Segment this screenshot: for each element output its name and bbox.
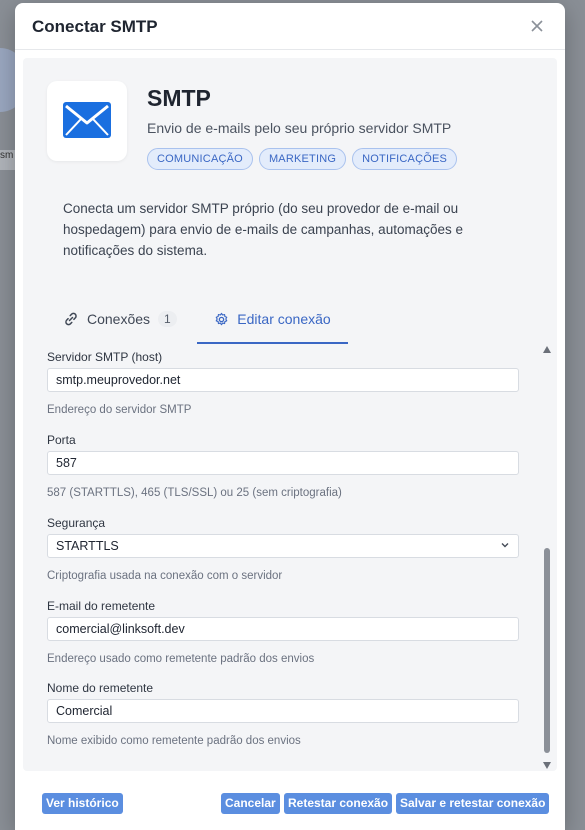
modal-body: SMTP Envio de e-mails pelo seu próprio s… xyxy=(23,58,557,771)
scroll-up-arrow-icon[interactable] xyxy=(543,346,551,353)
security-select[interactable]: STARTTLS xyxy=(47,534,519,558)
security-help: Criptografia usada na conexão com o serv… xyxy=(47,570,283,582)
tab-connections[interactable]: Conexões 1 xyxy=(63,296,177,342)
connect-smtp-modal: Conectar SMTP SMTP Envio de e-mails pelo… xyxy=(15,3,565,830)
tag-marketing: MARKETING xyxy=(258,148,347,170)
sender-name-input[interactable]: Comercial xyxy=(47,699,519,723)
host-label: Servidor SMTP (host) xyxy=(47,350,163,364)
retest-connection-button[interactable]: Retestar conexão xyxy=(284,793,393,814)
field-port: Porta 587 587 (STARTTLS), 465 (TLS/SSL) … xyxy=(47,433,519,499)
app-tags: COMUNICAÇÃO MARKETING NOTIFICAÇÕES xyxy=(147,148,458,170)
sender-email-help: Endereço usado como remetente padrão dos… xyxy=(47,653,315,665)
modal-footer: Ver histórico Cancelar Retestar conexão … xyxy=(15,791,565,817)
field-sender-name: Nome do remetente Comercial Nome exibido… xyxy=(47,681,519,747)
close-icon xyxy=(531,20,543,32)
app-description: Envio de e-mails pelo seu próprio servid… xyxy=(147,120,452,136)
scrollbar-thumb[interactable] xyxy=(544,548,550,753)
view-history-button[interactable]: Ver histórico xyxy=(42,793,123,814)
save-and-retest-button[interactable]: Salvar e retestar conexão xyxy=(396,793,550,814)
security-select-value: STARTTLS xyxy=(56,539,119,553)
host-input[interactable]: smtp.meuprovedor.net xyxy=(47,368,519,392)
tag-notificacoes: NOTIFICAÇÕES xyxy=(352,148,458,170)
port-input[interactable]: 587 xyxy=(47,451,519,475)
field-sender-email: E-mail do remetente comercial@linksoft.d… xyxy=(47,599,519,665)
tag-comunicacao: COMUNICAÇÃO xyxy=(147,148,253,170)
sender-email-label: E-mail do remetente xyxy=(47,599,156,613)
envelope-icon xyxy=(63,102,111,138)
app-name: SMTP xyxy=(147,85,211,111)
security-label: Segurança xyxy=(47,516,106,530)
sender-name-help: Nome exibido como remetente padrão dos e… xyxy=(47,735,301,747)
modal-header: Conectar SMTP xyxy=(15,3,565,50)
tab-edit-connection-label: Editar conexão xyxy=(237,311,331,327)
sender-name-label: Nome do remetente xyxy=(47,681,154,695)
field-security: Segurança STARTTLS Criptografia usada na… xyxy=(47,516,519,582)
modal-title: Conectar SMTP xyxy=(32,17,158,36)
app-intro-text: Conecta um servidor SMTP próprio (do seu… xyxy=(63,201,463,258)
tab-bar: Conexões 1 Editar conexão xyxy=(23,296,557,344)
connection-form: Servidor SMTP (host) smtp.meuprovedor.ne… xyxy=(23,344,557,771)
tab-connections-label: Conexões xyxy=(87,311,151,327)
scroll-down-arrow-icon[interactable] xyxy=(543,762,551,769)
link-icon xyxy=(65,312,77,326)
form-scrollbar[interactable] xyxy=(541,344,553,771)
chevron-down-icon xyxy=(501,543,509,548)
cancel-button[interactable]: Cancelar xyxy=(221,793,280,814)
port-help: 587 (STARTTLS), 465 (TLS/SSL) ou 25 (sem… xyxy=(47,487,342,499)
field-host: Servidor SMTP (host) smtp.meuprovedor.ne… xyxy=(47,350,519,416)
host-help: Endereço do servidor SMTP xyxy=(47,404,192,416)
tab-edit-connection[interactable]: Editar conexão xyxy=(197,296,348,344)
sender-email-input[interactable]: comercial@linksoft.dev xyxy=(47,617,519,641)
connections-count-badge: 1 xyxy=(158,311,177,327)
close-button[interactable] xyxy=(527,16,547,36)
app-icon-card xyxy=(47,81,127,161)
gear-icon xyxy=(215,312,228,325)
port-label: Porta xyxy=(47,433,76,447)
